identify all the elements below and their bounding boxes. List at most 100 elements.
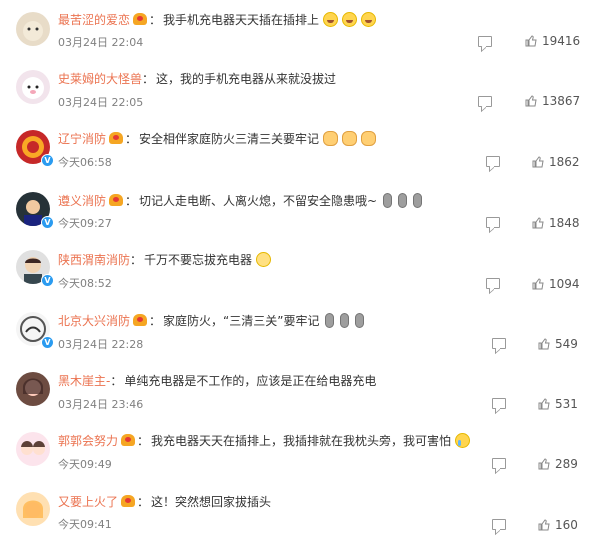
fan-medal-icon <box>121 495 136 507</box>
facepalm-emoji-icon <box>256 251 272 267</box>
comment-text: 切记人走电断、人离火熄，不留安全隐患哦~ <box>139 193 378 208</box>
microphone-emoji-icon <box>398 192 408 208</box>
like-button[interactable]: 1094 <box>532 277 580 291</box>
comment-icon[interactable] <box>478 96 492 107</box>
like-count: 549 <box>555 337 578 351</box>
microphone-emoji-icon <box>413 192 423 208</box>
username[interactable]: 史莱姆的大怪兽 <box>58 70 142 87</box>
like-count: 531 <box>555 397 578 411</box>
comment-icon[interactable] <box>492 338 506 349</box>
laugh-emoji-icon <box>342 11 358 27</box>
fan-medal-icon <box>109 132 124 144</box>
comment-icon[interactable] <box>492 458 506 469</box>
timestamp: 今天06:58 <box>58 156 112 169</box>
colon: ： <box>110 373 123 388</box>
thumbs-up-icon <box>532 217 544 229</box>
comment-text: 安全相伴家庭防火三清三关要牢记 <box>139 131 320 146</box>
verified-badge-icon: V <box>41 336 54 349</box>
thumbs-up-icon <box>538 338 550 350</box>
comment-text: 这，我的手机充电器从来就没拔过 <box>156 71 337 86</box>
timestamp: 03月24日 23:46 <box>58 398 144 411</box>
avatar-image <box>16 372 50 406</box>
like-button[interactable]: 13867 <box>525 94 580 108</box>
thumbs-up-icon <box>538 519 550 531</box>
avatar-image <box>16 492 50 526</box>
fan-medal-icon <box>109 194 124 206</box>
username[interactable]: 又要上火了 <box>58 493 118 510</box>
like-count: 13867 <box>542 94 581 108</box>
avatar[interactable] <box>16 432 50 466</box>
comment-icon[interactable] <box>492 519 506 530</box>
verified-badge-icon: V <box>41 274 54 287</box>
like-count: 1848 <box>549 216 580 230</box>
avatar[interactable] <box>16 12 50 46</box>
avatar[interactable] <box>16 70 50 104</box>
comment-icon[interactable] <box>478 36 492 47</box>
timestamp: 今天09:49 <box>58 458 112 471</box>
colon: ： <box>125 131 138 146</box>
like-count: 289 <box>555 457 578 471</box>
comment-text: 我充电器天天在插排上，我插排就在我枕头旁，我可害怕 <box>151 433 452 448</box>
colon: ： <box>137 433 150 448</box>
thumbs-up-icon <box>538 398 550 410</box>
colon: ： <box>125 193 138 208</box>
comment-icon[interactable] <box>492 398 506 409</box>
microphone-emoji-icon <box>325 312 335 328</box>
like-count: 1862 <box>549 155 580 169</box>
fan-medal-icon <box>121 434 136 446</box>
crying-emoji-icon <box>455 432 471 448</box>
verified-badge-icon: V <box>41 154 54 167</box>
verified-badge-icon: V <box>41 216 54 229</box>
fist-emoji-icon <box>323 130 339 146</box>
fist-emoji-icon <box>342 130 358 146</box>
comment-icon[interactable] <box>486 217 500 228</box>
timestamp: 今天09:27 <box>58 217 112 230</box>
colon: ： <box>149 12 162 27</box>
username[interactable]: 辽宁消防 <box>58 130 106 147</box>
avatar-image <box>16 70 50 104</box>
comment-text: 这！突然想回家拔插头 <box>151 494 272 509</box>
like-button[interactable]: 1848 <box>532 216 580 230</box>
thumbs-up-icon <box>532 278 544 290</box>
like-button[interactable]: 531 <box>538 397 578 411</box>
timestamp: 今天09:41 <box>58 518 112 531</box>
timestamp: 03月24日 22:04 <box>58 36 144 49</box>
like-button[interactable]: 289 <box>538 457 578 471</box>
thumbs-up-icon <box>538 458 550 470</box>
username[interactable]: 郭郭会努力 <box>58 432 118 449</box>
avatar[interactable] <box>16 492 50 526</box>
like-count: 19416 <box>542 34 581 48</box>
fan-medal-icon <box>133 314 148 326</box>
thumbs-up-icon <box>525 95 537 107</box>
avatar[interactable] <box>16 372 50 406</box>
thumbs-up-icon <box>532 156 544 168</box>
like-count: 160 <box>555 518 578 532</box>
microphone-emoji-icon <box>340 312 350 328</box>
avatar-image <box>16 432 50 466</box>
comment-text: 家庭防火，“三清三关”要牢记 <box>163 313 320 328</box>
username[interactable]: 黑木崖主- <box>58 372 110 389</box>
username[interactable]: 最苦涩的爱恋 <box>58 11 130 28</box>
username[interactable]: 北京大兴消防 <box>58 312 130 329</box>
like-button[interactable]: 160 <box>538 518 578 532</box>
comment-text: 千万不要忘拔充电器 <box>144 252 253 267</box>
colon: ： <box>142 71 155 86</box>
like-count: 1094 <box>549 277 580 291</box>
comment-text: 我手机充电器天天插在插排上 <box>163 12 320 27</box>
username[interactable]: 遵义消防 <box>58 192 106 209</box>
laugh-emoji-icon <box>323 11 339 27</box>
laugh-emoji-icon <box>361 11 377 27</box>
timestamp: 今天08:52 <box>58 277 112 290</box>
fan-medal-icon <box>133 13 148 25</box>
like-button[interactable]: 1862 <box>532 155 580 169</box>
comment-icon[interactable] <box>486 156 500 167</box>
like-button[interactable]: 549 <box>538 337 578 351</box>
comment-text: 单纯充电器是不工作的，应该是正在给电器充电 <box>124 373 377 388</box>
like-button[interactable]: 19416 <box>525 34 580 48</box>
colon: ： <box>149 313 162 328</box>
microphone-emoji-icon <box>383 192 393 208</box>
comment-icon[interactable] <box>486 278 500 289</box>
username[interactable]: 陕西渭南消防 <box>58 251 130 268</box>
avatar-image <box>16 12 50 46</box>
thumbs-up-icon <box>525 35 537 47</box>
